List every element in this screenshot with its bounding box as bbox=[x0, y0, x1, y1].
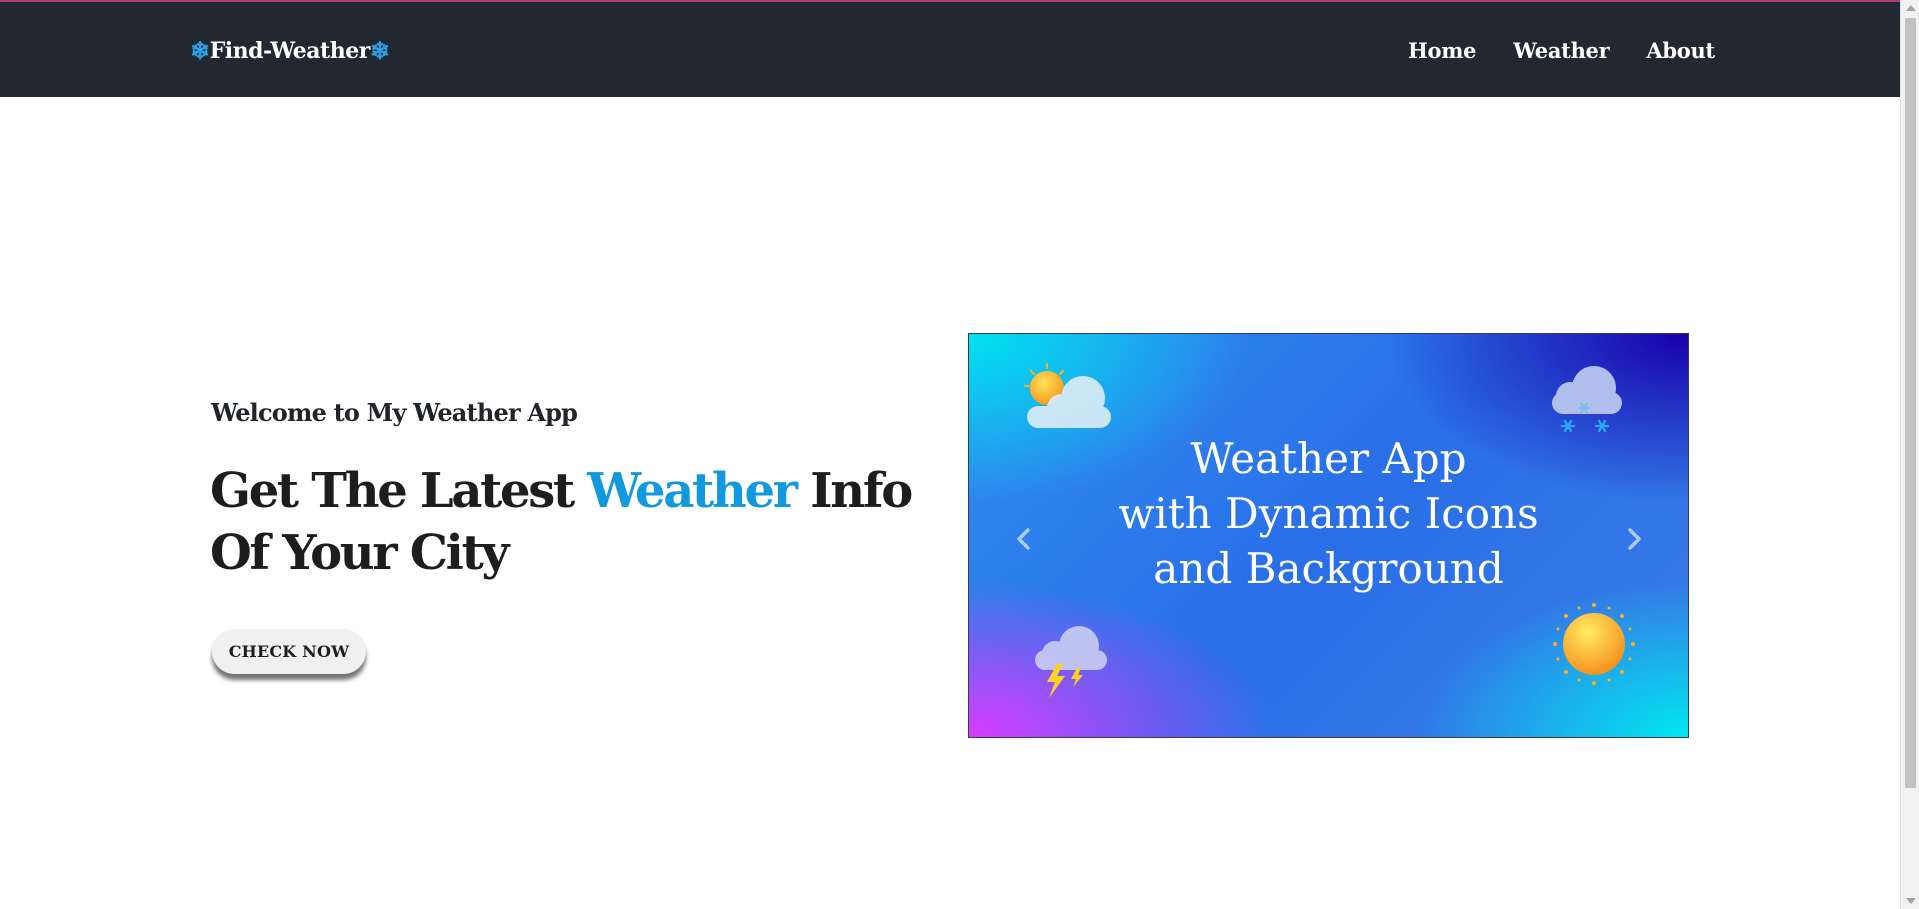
caption-line: with Dynamic Icons bbox=[1118, 489, 1539, 538]
scroll-down-arrow-icon[interactable] bbox=[1906, 898, 1916, 904]
thunderstorm-icon bbox=[1035, 626, 1107, 698]
nav-link-weather[interactable]: Weather bbox=[1513, 38, 1609, 63]
carousel-prev-button[interactable] bbox=[1009, 524, 1039, 554]
sun-icon bbox=[1553, 603, 1635, 685]
snow-cloud-icon bbox=[1552, 366, 1622, 433]
nav-link-about[interactable]: About bbox=[1646, 38, 1715, 63]
carousel-next-button[interactable] bbox=[1619, 524, 1649, 554]
chevron-right-icon bbox=[1628, 528, 1641, 550]
headline-accent: Weather bbox=[587, 463, 798, 519]
brand-link[interactable]: ❄ Find-Weather ❄ bbox=[190, 36, 390, 66]
scroll-up-arrow-icon[interactable] bbox=[1906, 5, 1916, 11]
nav-links: Home Weather About bbox=[1408, 38, 1715, 63]
weather-carousel: Weather App with Dynamic Icons and Backg… bbox=[968, 333, 1689, 738]
caption-line: and Background bbox=[1153, 544, 1504, 593]
carousel-caption: Weather App with Dynamic Icons and Backg… bbox=[969, 431, 1688, 596]
page-scrollbar[interactable] bbox=[1900, 0, 1919, 909]
snowflake-icon: ❄ bbox=[190, 36, 210, 65]
caption-line: Weather App bbox=[1190, 434, 1467, 483]
check-now-button[interactable]: CHECK NOW bbox=[212, 629, 366, 674]
scrollbar-thumb[interactable] bbox=[1905, 18, 1916, 788]
hero-headline: Get The Latest Weather Info Of Your City bbox=[210, 460, 930, 584]
nav-link-home[interactable]: Home bbox=[1408, 38, 1477, 63]
snowflake-icon: ❄ bbox=[369, 36, 390, 65]
brand-name: Find-Weather bbox=[209, 38, 371, 64]
navbar: ❄ Find-Weather ❄ Home Weather About bbox=[0, 2, 1900, 97]
chevron-left-icon bbox=[1017, 528, 1030, 550]
partly-cloudy-icon bbox=[1024, 363, 1111, 428]
welcome-text: Welcome to My Weather App bbox=[211, 398, 578, 427]
headline-part-1: Get The Latest bbox=[210, 463, 575, 519]
